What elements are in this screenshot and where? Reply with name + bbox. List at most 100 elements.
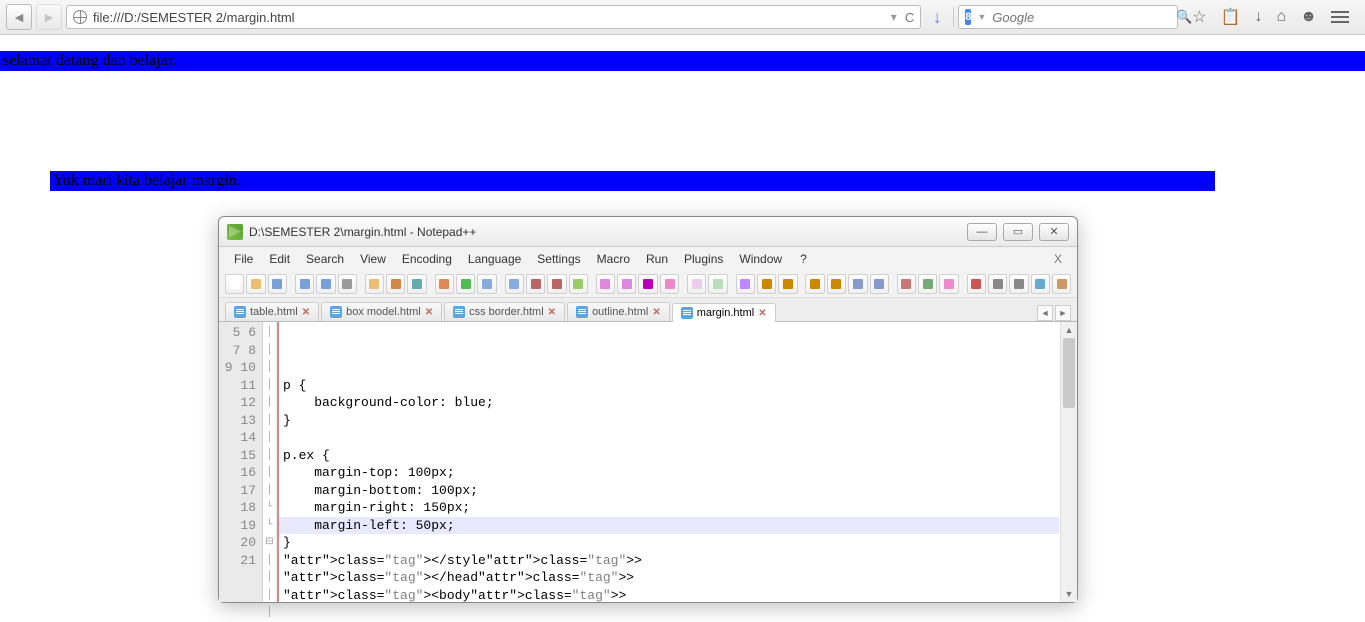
tab-close-icon[interactable]: ✕: [425, 307, 433, 318]
toolbar-button-2[interactable]: [268, 274, 287, 294]
file-icon: [681, 307, 693, 319]
menu-icon[interactable]: [1331, 11, 1349, 23]
scroll-up-icon[interactable]: ▲: [1061, 322, 1077, 338]
menu-settings[interactable]: Settings: [530, 250, 587, 268]
toolbar-button-9[interactable]: [435, 274, 454, 294]
menu-edit[interactable]: Edit: [262, 250, 297, 268]
search-engine-badge[interactable]: 8: [965, 9, 971, 25]
toolbar-button-6[interactable]: [365, 274, 384, 294]
url-bar[interactable]: ▾ C: [66, 5, 921, 29]
toolbar-button-11[interactable]: [477, 274, 496, 294]
menu-help[interactable]: ?: [793, 250, 814, 268]
tab-label: table.html: [250, 306, 298, 318]
menu-window[interactable]: Window: [732, 250, 789, 268]
scroll-down-icon[interactable]: ▼: [1061, 586, 1077, 602]
clipboard-icon[interactable]: 📋: [1221, 7, 1241, 27]
menu-macro[interactable]: Macro: [590, 250, 637, 268]
tab-table-html[interactable]: table.html ✕: [225, 302, 319, 321]
url-input[interactable]: [93, 10, 885, 25]
toolbar-button-31[interactable]: [939, 274, 958, 294]
menu-file[interactable]: File: [227, 250, 260, 268]
toolbar-button-26[interactable]: [827, 274, 846, 294]
tab-close-icon[interactable]: ✕: [548, 307, 556, 318]
toolbar-button-24[interactable]: [778, 274, 797, 294]
toolbar-button-3[interactable]: [295, 274, 314, 294]
menu-close-icon[interactable]: X: [1047, 250, 1069, 268]
toolbar-button-12[interactable]: [505, 274, 524, 294]
toolbar-button-7[interactable]: [386, 274, 405, 294]
tab-next-icon[interactable]: ►: [1055, 305, 1071, 321]
toolbar-button-19[interactable]: [660, 274, 679, 294]
toolbar-button-13[interactable]: [526, 274, 545, 294]
browser-toolbar: ◄ ► ▾ C ↓ 8 ▼ 🔍 ☆ 📋 ↓ ⌂ ☻: [0, 0, 1365, 35]
menu-view[interactable]: View: [353, 250, 393, 268]
tab-label: css border.html: [469, 306, 544, 318]
toolbar-button-16[interactable]: [596, 274, 615, 294]
menu-search[interactable]: Search: [299, 250, 351, 268]
tab-close-icon[interactable]: ✕: [652, 307, 660, 318]
tab-css-border-html[interactable]: css border.html ✕: [444, 302, 565, 321]
toolbar-button-32[interactable]: [967, 274, 986, 294]
toolbar-button-28[interactable]: [870, 274, 889, 294]
tab-margin-html[interactable]: margin.html✕: [672, 303, 776, 322]
toolbar-button-15[interactable]: [569, 274, 588, 294]
tab-close-icon[interactable]: ✕: [302, 307, 310, 318]
vertical-scrollbar[interactable]: ▲ ▼: [1060, 322, 1077, 602]
toolbar-button-4[interactable]: [316, 274, 335, 294]
home-icon[interactable]: ⌂: [1276, 8, 1286, 26]
toolbar-button-23[interactable]: [757, 274, 776, 294]
menu-run[interactable]: Run: [639, 250, 675, 268]
toolbar-button-34[interactable]: [1009, 274, 1028, 294]
window-titlebar[interactable]: D:\SEMESTER 2\margin.html - Notepad++ — …: [219, 217, 1077, 247]
toolbar-button-35[interactable]: [1031, 274, 1050, 294]
window-title: D:\SEMESTER 2\margin.html - Notepad++: [249, 225, 967, 239]
downloads-indicator[interactable]: ↓: [925, 7, 949, 28]
search-bar[interactable]: 8 ▼ 🔍: [958, 5, 1178, 29]
toolbar-button-33[interactable]: [988, 274, 1007, 294]
code-text: p { background-color: blue; } p.ex { mar…: [283, 377, 1056, 603]
code-area[interactable]: p { background-color: blue; } p.ex { mar…: [279, 322, 1060, 602]
toolbar-button-20[interactable]: [687, 274, 706, 294]
bookmark-star-icon[interactable]: ☆: [1192, 7, 1206, 27]
menu-encoding[interactable]: Encoding: [395, 250, 459, 268]
toolbar-button-25[interactable]: [805, 274, 824, 294]
toolbar-button-30[interactable]: [918, 274, 937, 294]
scroll-thumb[interactable]: [1063, 338, 1075, 408]
tab-close-icon[interactable]: ✕: [758, 308, 766, 319]
paragraph-1: selamat datang dan belajar.: [0, 51, 1365, 71]
search-dropdown-icon[interactable]: ▼: [977, 12, 986, 22]
back-button[interactable]: ◄: [6, 4, 32, 30]
search-input[interactable]: [992, 10, 1170, 25]
fold-column[interactable]: │ │ │ │ │ │ │ │ │ │ └ └ ⊟ │ │ │ │: [263, 322, 277, 602]
paragraph-2: Yuk mari kita belajar margin.: [50, 171, 1215, 191]
toolbar-button-36[interactable]: [1052, 274, 1071, 294]
toolbar-button-10[interactable]: [456, 274, 475, 294]
chat-icon[interactable]: ☻: [1300, 8, 1317, 26]
minimize-button[interactable]: —: [967, 223, 997, 241]
download-arrow-icon[interactable]: ↓: [1254, 8, 1262, 26]
toolbar-button-29[interactable]: [897, 274, 916, 294]
menu-language[interactable]: Language: [461, 250, 528, 268]
toolbar-button-0[interactable]: [225, 274, 244, 294]
toolbar-button-8[interactable]: [407, 274, 426, 294]
toolbar-button-17[interactable]: [617, 274, 636, 294]
menu-plugins[interactable]: Plugins: [677, 250, 730, 268]
toolbar-button-5[interactable]: [338, 274, 357, 294]
tab-prev-icon[interactable]: ◄: [1037, 305, 1053, 321]
toolbar-button-21[interactable]: [708, 274, 727, 294]
code-editor[interactable]: 5 6 7 8 9 10 11 12 13 14 15 16 17 18 19 …: [219, 322, 1077, 602]
tab-outline-html[interactable]: outline.html✕: [567, 302, 670, 321]
tab-box-model-html[interactable]: box model.html✕: [321, 302, 442, 321]
forward-button[interactable]: ►: [36, 4, 62, 30]
close-button[interactable]: ✕: [1039, 223, 1069, 241]
dropdown-icon[interactable]: ▾: [891, 10, 897, 24]
reload-button[interactable]: C: [905, 10, 914, 25]
npp-toolbar: [219, 271, 1077, 298]
file-icon: [453, 306, 465, 318]
maximize-button[interactable]: ▭: [1003, 223, 1033, 241]
toolbar-button-22[interactable]: [736, 274, 755, 294]
toolbar-button-1[interactable]: [246, 274, 265, 294]
toolbar-button-18[interactable]: [638, 274, 657, 294]
toolbar-button-27[interactable]: [848, 274, 867, 294]
toolbar-button-14[interactable]: [547, 274, 566, 294]
